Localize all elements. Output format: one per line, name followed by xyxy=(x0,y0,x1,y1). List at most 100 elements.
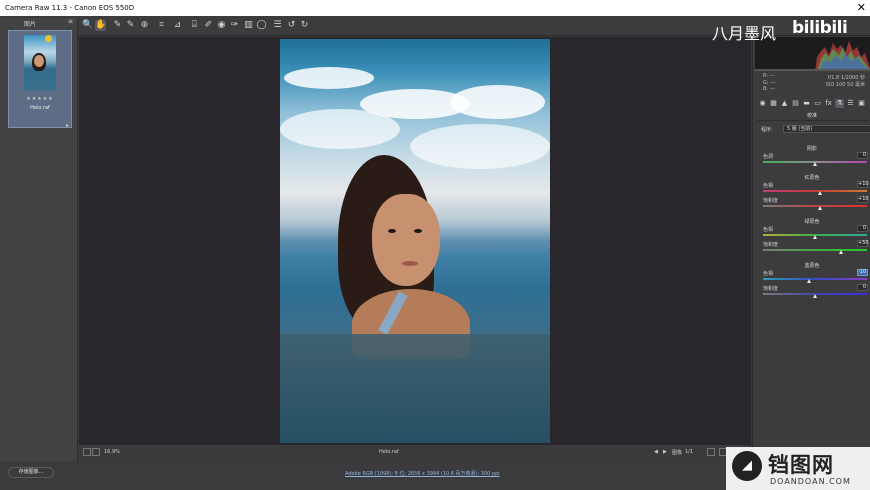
slider-value-field[interactable]: 0 xyxy=(857,152,868,159)
water-foreground xyxy=(280,334,550,443)
tab-snapshots[interactable]: ▣ xyxy=(857,99,866,108)
site-watermark: ◢ 铛图网 DOANDOAN.COM xyxy=(726,447,870,490)
slider-value-field[interactable]: -10 xyxy=(857,269,868,276)
tab-basic[interactable]: ◉ xyxy=(758,99,767,108)
save-image-button[interactable]: 存储图像... xyxy=(8,467,54,478)
preview-filename: Helo.raf xyxy=(379,449,399,455)
window-title: Camera Raw 11.3 - Canon EOS 550D xyxy=(5,4,135,12)
color-sampler-tool-icon[interactable]: ✎ xyxy=(125,20,136,31)
red-eye-tool-icon[interactable]: ◉ xyxy=(216,20,227,31)
rotate-left-icon[interactable]: ↺ xyxy=(286,20,297,31)
preview-canvas[interactable] xyxy=(79,37,751,445)
thumbnail-face xyxy=(34,55,44,67)
white-balance-tool-icon[interactable]: ✎ xyxy=(112,20,123,31)
next-image-icon[interactable]: ▶ xyxy=(663,449,667,455)
tab-lens[interactable]: ▭ xyxy=(813,99,822,108)
slider-label: 色相 xyxy=(763,183,774,189)
preferences-icon[interactable]: ☰ xyxy=(272,20,283,31)
tab-presets[interactable]: ☰ xyxy=(846,99,855,108)
rgb-readout: R: --- G: --- B: --- xyxy=(763,73,776,93)
section-title: 红原色 xyxy=(804,175,820,181)
tab-calibration[interactable]: ⚗ xyxy=(835,99,844,108)
image-count: 1/1 xyxy=(685,449,694,455)
cloud xyxy=(410,124,550,169)
slider-value-field[interactable]: 0 xyxy=(857,225,868,232)
iso-info: ISO 100 50 毫米 xyxy=(825,81,865,88)
before-after-toggle[interactable] xyxy=(707,448,715,456)
slider-value-field[interactable]: +50 xyxy=(857,240,869,247)
prev-image-icon[interactable]: ◀ xyxy=(654,449,658,455)
slider-label: 饱和度 xyxy=(763,242,779,248)
slider-label: 色调 xyxy=(763,154,774,160)
section-title: 阴影 xyxy=(806,146,817,152)
slider-value-field[interactable]: +10 xyxy=(857,196,869,203)
slider-track[interactable] xyxy=(763,205,867,207)
filmstrip-menu-icon[interactable]: ≡ xyxy=(68,18,73,25)
close-icon[interactable]: ✕ xyxy=(857,1,866,14)
filmstrip-panel: 图片 ≡ ★★★★★ Helo.raf ▸ xyxy=(0,18,78,461)
targeted-adjustment-tool-icon[interactable]: ⊕ xyxy=(139,20,150,31)
program-label: 程序: xyxy=(761,127,773,133)
tab-detail[interactable]: ▲ xyxy=(780,99,789,108)
expand-arrow-icon[interactable]: ▸ xyxy=(66,122,69,129)
panel-title: 校准 xyxy=(806,113,817,119)
slider-knob[interactable] xyxy=(812,294,817,298)
slider-knob[interactable] xyxy=(812,235,817,239)
site-logo-icon: ◢ xyxy=(732,451,762,481)
slider-label: 色相 xyxy=(763,271,774,277)
thumbnail-filename: Helo.raf xyxy=(30,105,50,111)
subject-eye xyxy=(414,229,422,233)
slider-knob[interactable] xyxy=(812,162,817,166)
cloud xyxy=(450,85,545,119)
panel-tab-bar: ◉ ▦ ▲ ▤ ▬ ▭ fx ⚗ ☰ ▣ xyxy=(755,99,870,108)
camera-info: f/1.8 1/2000 秒 ISO 100 50 毫米 xyxy=(809,75,865,88)
slider-knob[interactable] xyxy=(817,206,822,210)
program-select[interactable]: 5 版 (当前) xyxy=(783,125,870,133)
slider-knob[interactable] xyxy=(817,191,822,195)
slider-knob[interactable] xyxy=(838,250,843,254)
tab-hsl[interactable]: ▤ xyxy=(791,99,800,108)
slider-track[interactable] xyxy=(763,278,867,280)
site-title: 铛图网 xyxy=(768,453,834,477)
star-rating[interactable]: ★★★★★ xyxy=(9,96,71,102)
filmstrip-thumbnail[interactable]: ★★★★★ Helo.raf xyxy=(8,30,72,128)
radial-filter-icon[interactable]: ◯ xyxy=(256,20,267,31)
spot-removal-tool-icon[interactable]: ✐ xyxy=(203,20,214,31)
slider-knob[interactable] xyxy=(807,279,812,283)
tab-split-toning[interactable]: ▬ xyxy=(802,99,811,108)
tab-effects[interactable]: fx xyxy=(824,99,833,108)
slider-label: 饱和度 xyxy=(763,286,779,292)
zoom-in-button[interactable] xyxy=(92,448,100,456)
slider-value-field[interactable]: +10 xyxy=(857,181,869,188)
thumbnail-image xyxy=(24,35,56,91)
transform-tool-icon[interactable]: ⌸ xyxy=(189,20,200,31)
section-title: 绿原色 xyxy=(804,219,820,225)
preview-image xyxy=(280,39,550,443)
filmstrip-header: 图片 ≡ xyxy=(0,18,77,28)
image-nav-label: 图像 xyxy=(672,450,683,456)
rotate-right-icon[interactable]: ↻ xyxy=(299,20,310,31)
straighten-tool-icon[interactable]: ⊿ xyxy=(172,20,183,31)
zoom-out-button[interactable] xyxy=(83,448,91,456)
slider-value-field[interactable]: 0 xyxy=(857,284,868,291)
zoom-level[interactable]: 16.9% xyxy=(104,449,120,455)
graduated-filter-icon[interactable]: ▥ xyxy=(243,20,254,31)
adjustment-brush-icon[interactable]: ✑ xyxy=(229,20,240,31)
window-titlebar: Camera Raw 11.3 - Canon EOS 550D ✕ xyxy=(0,0,870,16)
slider-track[interactable] xyxy=(763,190,867,192)
filmstrip-title: 图片 xyxy=(24,20,37,28)
slider-label: 饱和度 xyxy=(763,198,779,204)
workflow-options-link[interactable]: Adobe RGB (1998); 8 位; 2656 x 3984 (10.6… xyxy=(345,470,500,477)
crop-tool-icon[interactable]: ⌗ xyxy=(156,20,167,31)
bilibili-logo: bilibili xyxy=(792,18,848,38)
zoom-tool-icon[interactable]: 🔍 xyxy=(82,20,93,31)
hand-tool-icon[interactable]: ✋ xyxy=(95,20,106,31)
subject-eye xyxy=(388,229,396,233)
slider-track[interactable] xyxy=(763,249,867,251)
divider xyxy=(757,120,869,121)
subject-face xyxy=(372,194,440,286)
site-url: DOANDOAN.COM xyxy=(770,477,851,486)
watermark-text: 八月墨风 xyxy=(712,24,777,43)
preview-status-bar: 16.9% Helo.raf ◀ ▶ 图像 1/1 xyxy=(79,447,751,457)
tab-tone-curve[interactable]: ▦ xyxy=(769,99,778,108)
